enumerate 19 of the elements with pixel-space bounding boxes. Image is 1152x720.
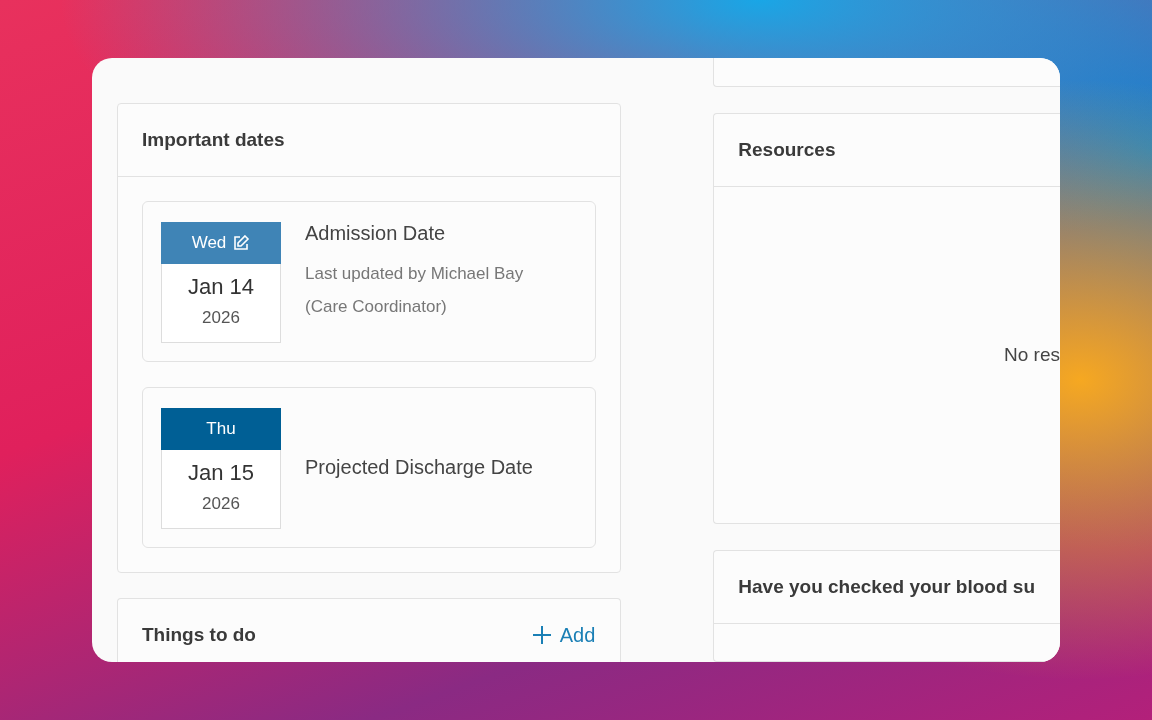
date-text: Jan 14: [187, 274, 255, 300]
date-card[interactable]: Thu Jan 15 2026 Projected Discharge Date: [142, 387, 597, 548]
date-text: Jan 15: [187, 460, 255, 486]
weekday: Thu: [206, 419, 236, 439]
year-text: 2026: [202, 308, 240, 328]
card-title: Have you checked your blood su: [738, 575, 1035, 598]
add-button[interactable]: Add: [531, 623, 596, 647]
edit-icon[interactable]: [232, 234, 251, 252]
plus-icon: [531, 625, 552, 645]
card-title: Things to do: [142, 624, 256, 646]
card-title: Resources: [738, 138, 836, 161]
update-note: Last updated by Michael Bay (Care Coordinator): [305, 263, 525, 318]
card-title: Important dates: [142, 129, 285, 151]
year-text: 2026: [202, 494, 240, 514]
date-label: Projected Discharge Date: [305, 456, 533, 479]
date-label: Admission Date: [305, 222, 447, 245]
date-card[interactable]: Wed Jan 14 2026 Admission Date Last updated by Michael Bay (Care Coordinator): [142, 201, 597, 362]
empty-message: No res: [1004, 343, 1060, 366]
weekday: Wed: [191, 233, 227, 253]
